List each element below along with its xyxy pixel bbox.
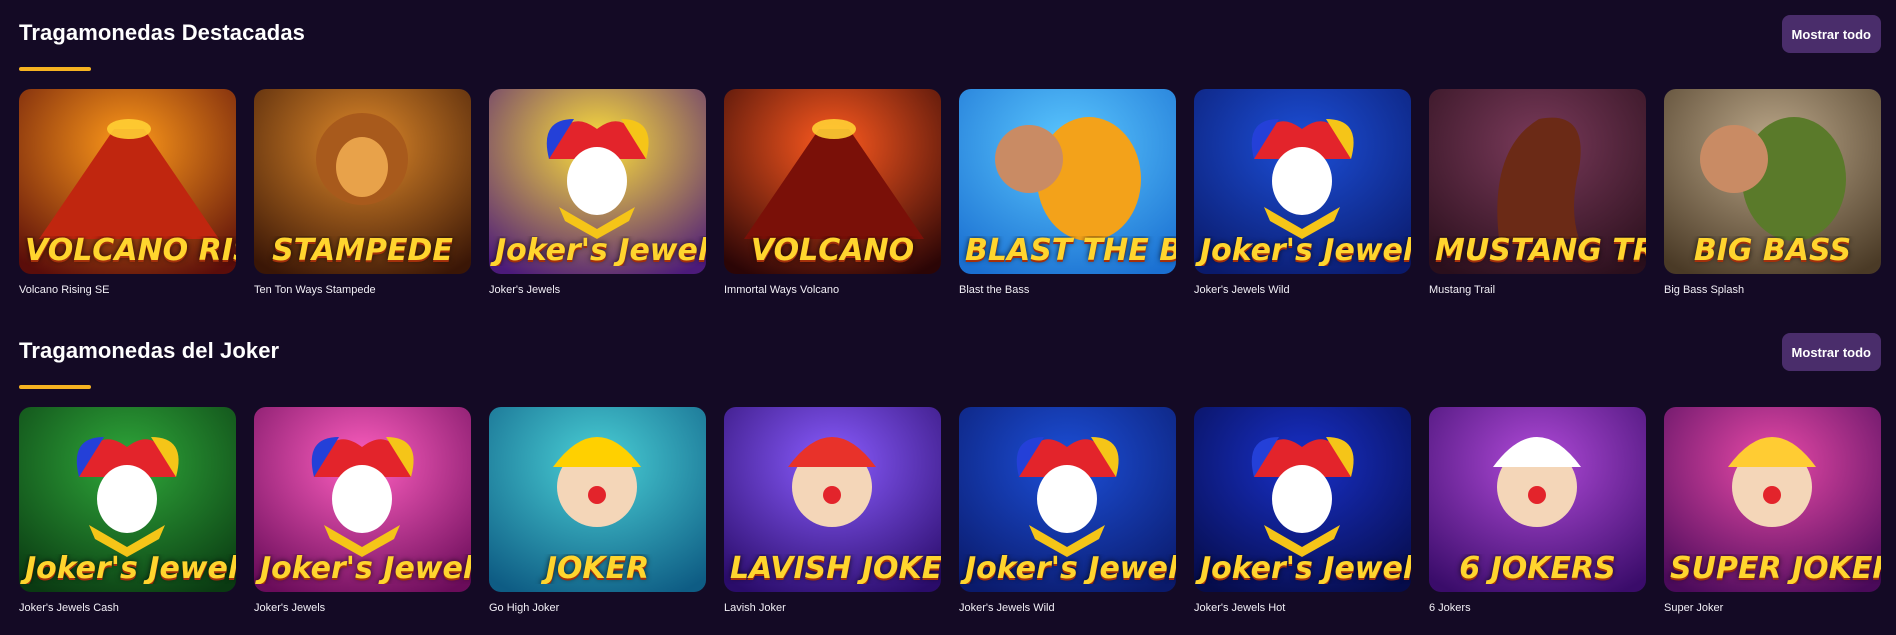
game-card[interactable]: Joker's Jewels Joker's Jewels bbox=[489, 89, 706, 297]
game-title: Lavish Joker bbox=[724, 602, 786, 614]
game-grid: Joker's Jewels CASH Joker's Jewels Cash J… bbox=[19, 407, 1881, 615]
game-title: Joker's Jewels bbox=[254, 602, 326, 614]
game-card[interactable]: BIG BASS Big Bass Splash bbox=[1664, 89, 1881, 297]
game-card[interactable]: Joker's Jewels Joker's Jewels bbox=[254, 407, 471, 615]
jester-face bbox=[1037, 465, 1097, 533]
game-thumbnail[interactable]: STAMPEDE bbox=[254, 89, 471, 274]
game-card[interactable]: STAMPEDE Ten Ton Ways Stampede bbox=[254, 89, 471, 297]
show-all-button[interactable]: Mostrar todo bbox=[1781, 333, 1881, 371]
section-title: Tragamonedas Destacadas bbox=[19, 20, 305, 45]
section-header: Tragamonedas del Joker Mostrar todo bbox=[19, 333, 1881, 398]
game-logo-text: Joker's Jewels CASH bbox=[25, 554, 236, 584]
game-logo-text: Joker's Jewels WILD bbox=[1200, 236, 1411, 266]
game-logo-text: 6 JOKERS bbox=[1459, 554, 1616, 584]
game-card[interactable]: VOLCANO Immortal Ways Volcano bbox=[724, 89, 941, 297]
game-logo-text: VOLCANO bbox=[750, 236, 915, 266]
fisherman-face bbox=[995, 125, 1063, 193]
game-thumbnail[interactable]: Joker's Jewels bbox=[254, 407, 471, 592]
game-thumbnail[interactable]: Joker's Jewels HOT bbox=[1194, 407, 1411, 592]
section-featured-slots: Tragamonedas Destacadas Mostrar todo VOL… bbox=[19, 15, 1881, 296]
game-title: Big Bass Splash bbox=[1664, 284, 1745, 296]
game-card[interactable]: LAVISH JOKER Lavish Joker bbox=[724, 407, 941, 615]
section-title-underline bbox=[19, 385, 91, 389]
game-title: Joker's Jewels Wild bbox=[959, 602, 1055, 614]
game-title: Go High Joker bbox=[489, 602, 560, 614]
game-title: 6 Jokers bbox=[1429, 602, 1471, 614]
jester-face bbox=[97, 465, 157, 533]
game-thumbnail[interactable]: JOKER bbox=[489, 407, 706, 592]
game-logo-text: Joker's Jewels HOT bbox=[1200, 554, 1411, 584]
game-title: Joker's Jewels Cash bbox=[19, 602, 119, 614]
game-thumbnail[interactable]: Joker's Jewels bbox=[489, 89, 706, 274]
game-logo-text: LAVISH JOKER bbox=[730, 554, 941, 584]
game-title: Joker's Jewels Hot bbox=[1194, 602, 1286, 614]
lava-glow bbox=[812, 119, 856, 139]
fisherman-face bbox=[1700, 125, 1768, 193]
game-thumbnail[interactable]: SUPER JOKER bbox=[1664, 407, 1881, 592]
lava-glow bbox=[107, 119, 151, 139]
game-lobby: Tragamonedas Destacadas Mostrar todo VOL… bbox=[0, 0, 1896, 635]
jester-face bbox=[332, 465, 392, 533]
game-logo-text: JOKER bbox=[545, 554, 650, 584]
game-thumbnail[interactable]: BIG BASS bbox=[1664, 89, 1881, 274]
game-thumbnail[interactable]: VOLCANO bbox=[724, 89, 941, 274]
game-card[interactable]: Joker's Jewels HOT Joker's Jewels Hot bbox=[1194, 407, 1411, 615]
game-card[interactable]: 6 JOKERS 6 Jokers bbox=[1429, 407, 1646, 615]
game-logo-text: Joker's Jewels bbox=[495, 236, 706, 266]
game-title: Ten Ton Ways Stampede bbox=[254, 284, 376, 296]
game-thumbnail[interactable]: Joker's Jewels WILD bbox=[1194, 89, 1411, 274]
clown-nose bbox=[588, 486, 606, 504]
game-logo-text: Joker's Jewels bbox=[260, 554, 471, 584]
section-title-underline bbox=[19, 67, 91, 71]
game-thumbnail[interactable]: LAVISH JOKER bbox=[724, 407, 941, 592]
game-logo-text: SUPER JOKER bbox=[1670, 554, 1881, 584]
game-logo-text: VOLCANO RISING bbox=[25, 236, 236, 266]
game-logo-text: STAMPEDE bbox=[272, 236, 453, 266]
game-card[interactable]: Joker's Jewels CASH Joker's Jewels Cash bbox=[19, 407, 236, 615]
game-title: Joker's Jewels bbox=[489, 284, 561, 296]
game-thumbnail[interactable]: VOLCANO RISING bbox=[19, 89, 236, 274]
jester-face bbox=[1272, 465, 1332, 533]
clown-nose bbox=[1763, 486, 1781, 504]
game-card[interactable]: MUSTANG TRAIL Mustang Trail bbox=[1429, 89, 1646, 297]
clown-nose bbox=[823, 486, 841, 504]
game-thumbnail[interactable]: MUSTANG TRAIL bbox=[1429, 89, 1646, 274]
game-logo-text: BLAST THE BASS bbox=[965, 236, 1176, 266]
game-title: Joker's Jewels Wild bbox=[1194, 284, 1290, 296]
game-thumbnail[interactable]: Joker's Jewels WILD bbox=[959, 407, 1176, 592]
game-card[interactable]: BLAST THE BASS Blast the Bass bbox=[959, 89, 1176, 297]
game-card[interactable]: VOLCANO RISING Volcano Rising SE bbox=[19, 89, 236, 297]
game-card[interactable]: Joker's Jewels WILD Joker's Jewels Wild bbox=[959, 407, 1176, 615]
game-thumbnail[interactable]: Joker's Jewels CASH bbox=[19, 407, 236, 592]
show-all-button[interactable]: Mostrar todo bbox=[1781, 15, 1881, 53]
game-card[interactable]: JOKER Go High Joker bbox=[489, 407, 706, 615]
lion-face bbox=[336, 137, 388, 197]
game-title: Blast the Bass bbox=[959, 284, 1030, 296]
section-header: Tragamonedas Destacadas Mostrar todo bbox=[19, 15, 1881, 80]
section-joker-slots: Tragamonedas del Joker Mostrar todo Joke… bbox=[19, 333, 1881, 614]
game-title: Immortal Ways Volcano bbox=[724, 284, 840, 296]
game-title: Volcano Rising SE bbox=[19, 284, 110, 296]
game-logo-text: MUSTANG TRAIL bbox=[1435, 236, 1646, 266]
game-logo-text: Joker's Jewels WILD bbox=[965, 554, 1176, 584]
game-logo-text: BIG BASS bbox=[1693, 236, 1852, 266]
game-title: Super Joker bbox=[1664, 602, 1724, 614]
jester-face bbox=[567, 147, 627, 215]
game-card[interactable]: SUPER JOKER Super Joker bbox=[1664, 407, 1881, 615]
clown-nose bbox=[1528, 486, 1546, 504]
game-thumbnail[interactable]: BLAST THE BASS bbox=[959, 89, 1176, 274]
game-thumbnail[interactable]: 6 JOKERS bbox=[1429, 407, 1646, 592]
game-grid: VOLCANO RISING Volcano Rising SE STAMPEDE… bbox=[19, 89, 1881, 297]
game-card[interactable]: Joker's Jewels WILD Joker's Jewels Wild bbox=[1194, 89, 1411, 297]
jester-face bbox=[1272, 147, 1332, 215]
section-title: Tragamonedas del Joker bbox=[19, 338, 280, 363]
game-title: Mustang Trail bbox=[1429, 284, 1496, 296]
